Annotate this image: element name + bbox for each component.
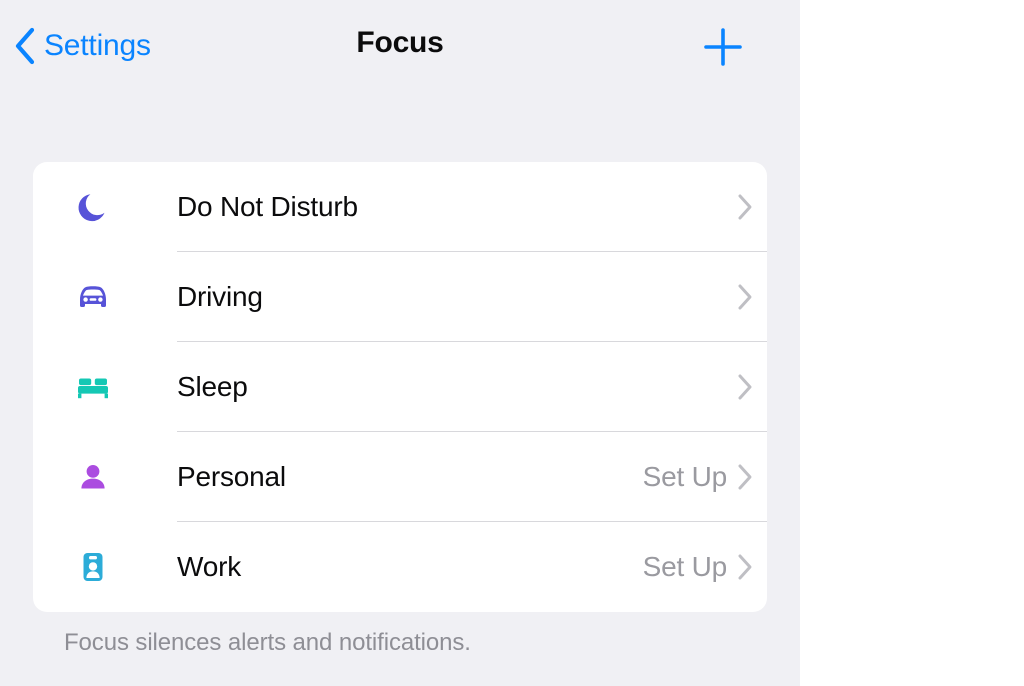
- moon-icon: [66, 180, 120, 234]
- chevron-right-icon: [737, 193, 753, 221]
- focus-row-accessory: [727, 283, 753, 311]
- plus-icon: [696, 20, 750, 74]
- focus-row-accessory: Set Up: [643, 461, 753, 493]
- focus-row-accessory: [727, 193, 753, 221]
- focus-row-label: Personal: [177, 461, 286, 492]
- chevron-right-icon: [737, 373, 753, 401]
- focus-row-sleep[interactable]: Sleep: [33, 342, 767, 432]
- focus-row-accessory: [727, 373, 753, 401]
- focus-row-value: Set Up: [642, 551, 728, 582]
- focus-row-driving[interactable]: Driving: [33, 252, 767, 342]
- focus-row-value: Set Up: [642, 461, 728, 492]
- person-icon: [66, 450, 120, 504]
- focus-modes-list: Do Not Disturb Driving Sleep Personal Se…: [33, 162, 767, 612]
- footer-description: Focus silences alerts and notifications.: [64, 629, 471, 656]
- focus-row-work[interactable]: Work Set Up: [33, 522, 767, 612]
- id-badge-icon: [66, 540, 120, 594]
- focus-row-label: Driving: [177, 281, 263, 312]
- add-focus-button[interactable]: [696, 20, 750, 74]
- car-icon: [66, 270, 120, 324]
- chevron-right-icon: [737, 283, 753, 311]
- navigation-bar: Settings Focus: [0, 0, 800, 92]
- focus-row-label: Sleep: [177, 371, 248, 402]
- focus-row-personal[interactable]: Personal Set Up: [33, 432, 767, 522]
- chevron-right-icon: [737, 553, 753, 581]
- focus-row-accessory: Set Up: [643, 551, 753, 583]
- focus-row-label: Work: [177, 551, 242, 582]
- phone-screen: Settings Focus Do Not Disturb Driving Sl…: [0, 0, 800, 686]
- focus-row-do-not-disturb[interactable]: Do Not Disturb: [33, 162, 767, 252]
- chevron-right-icon: [737, 463, 753, 491]
- bed-icon: [66, 360, 120, 414]
- page-title: Focus: [356, 26, 444, 59]
- focus-row-label: Do Not Disturb: [177, 191, 358, 222]
